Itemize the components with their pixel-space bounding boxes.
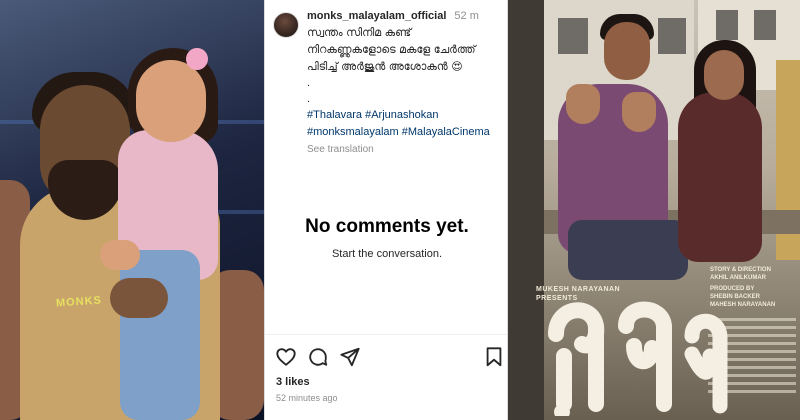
- heart-icon[interactable]: [275, 346, 297, 368]
- raised-palm: [622, 92, 656, 132]
- actress-dress: [678, 92, 762, 262]
- instagram-post-panel: monks_malayalam_official 52 m സ്വന്തം സി…: [264, 0, 508, 420]
- building-window: [716, 10, 738, 40]
- actress-face: [704, 50, 744, 100]
- caption-time: 52 m: [454, 10, 479, 22]
- actor-face: [604, 22, 650, 80]
- actor-legs: [568, 220, 688, 280]
- movie-poster: MUKESH NARAYANAN PRESENTS STORY & DIRECT…: [508, 0, 800, 420]
- girl-hand: [100, 240, 140, 270]
- wall: [508, 0, 544, 420]
- movie-title-logo: [548, 301, 728, 416]
- caption-header: monks_malayalam_official 52 m: [307, 8, 501, 24]
- bookmark-icon[interactable]: [483, 346, 505, 368]
- credit-line: STORY & DIRECTION: [710, 267, 771, 273]
- see-translation-link[interactable]: See translation: [307, 142, 501, 157]
- caption-dot: .: [307, 93, 311, 105]
- building-window: [658, 18, 686, 54]
- left-photo: MONKS: [0, 0, 264, 420]
- man-hand: [110, 278, 168, 318]
- building-window: [558, 18, 588, 54]
- action-bar: [275, 346, 502, 370]
- girl-jeans: [120, 250, 200, 420]
- no-comments-subtitle: Start the conversation.: [331, 248, 443, 260]
- raised-palm: [566, 84, 600, 124]
- caption-body: monks_malayalam_official 52 m സ്വന്തം സി…: [307, 8, 501, 157]
- credit-line: AKHIL ANILKUMAR: [710, 275, 766, 281]
- avatar[interactable]: [273, 12, 299, 38]
- building-window: [754, 10, 776, 40]
- share-icon[interactable]: [339, 346, 361, 368]
- hashtag-links[interactable]: #Thalavara #Arjunashokan: [307, 107, 501, 124]
- caption-dot: .: [307, 77, 311, 89]
- caption-row: monks_malayalam_official 52 m സ്വന്തം സി…: [273, 8, 501, 157]
- empty-comments: No comments yet. Start the conversation.: [265, 216, 509, 260]
- username-link[interactable]: monks_malayalam_official: [307, 8, 446, 24]
- no-comments-title: No comments yet.: [305, 216, 469, 237]
- likes-count[interactable]: 3 likes: [276, 376, 310, 388]
- caption-text: സ്വന്തം സിനിമ കണ്ട് നിറകണ്ണുകളോടെ മകളേ ച…: [307, 26, 476, 73]
- divider: [265, 334, 507, 335]
- hashtag-links[interactable]: #monksmalayalam #MalayalaCinema: [307, 124, 501, 141]
- comment-icon[interactable]: [307, 346, 329, 368]
- post-timestamp: 52 minutes ago: [276, 393, 338, 403]
- girl-face: [136, 60, 206, 142]
